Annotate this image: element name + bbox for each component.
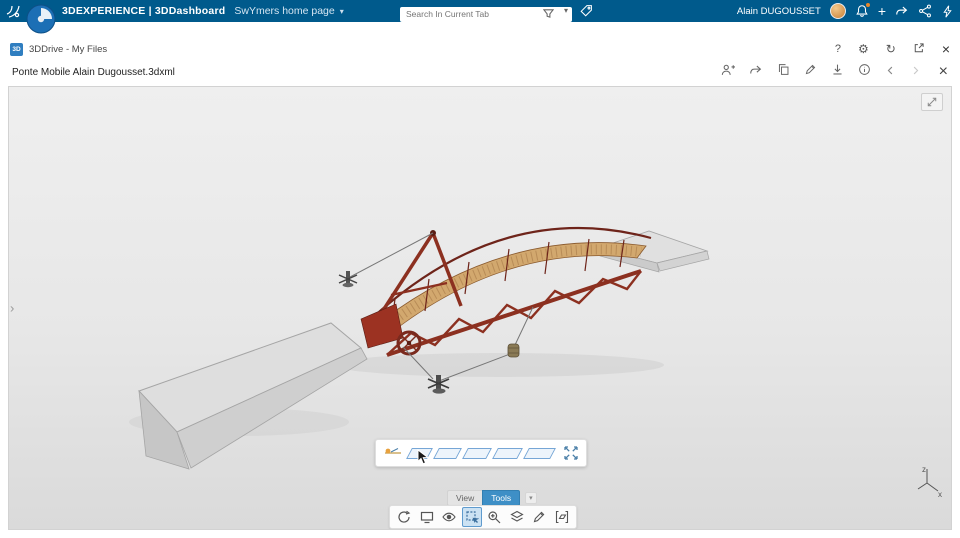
- user-avatar[interactable]: [829, 3, 846, 19]
- user-name[interactable]: Alain DUGOUSSET: [737, 6, 821, 17]
- window-controls: ? ⚙ ↻ ×: [835, 41, 950, 57]
- settings-gear-icon[interactable]: ⚙: [858, 43, 869, 55]
- tools-toolbar: [389, 505, 577, 529]
- expand-arrows-icon[interactable]: [563, 445, 579, 461]
- tab-tools[interactable]: Tools: [482, 490, 521, 506]
- window-app-label: 3DDrive - My Files: [29, 43, 108, 55]
- tag-icon[interactable]: [580, 4, 593, 22]
- 3d-viewer[interactable]: › View Tools ▾ z x: [8, 86, 952, 530]
- search-bar: ▾: [400, 4, 572, 22]
- state-thumbnail-2[interactable]: [433, 447, 462, 459]
- share-arrow-icon[interactable]: [895, 4, 909, 18]
- fullscreen-icon[interactable]: [921, 93, 943, 111]
- document-title: Ponte Mobile Alain Dugousset.3dxml: [12, 66, 175, 78]
- refresh-icon[interactable]: ↻: [886, 43, 896, 55]
- winch-barrel: [507, 343, 520, 358]
- close-window-icon[interactable]: ×: [942, 41, 950, 57]
- capstan-1: [338, 271, 358, 288]
- screen: 3DEXPERIENCE | 3DDashboard SwYmers home …: [0, 0, 960, 538]
- prev-chevron-icon[interactable]: [885, 63, 896, 81]
- document-bar: Ponte Mobile Alain Dugousset.3dxml ×: [12, 62, 948, 82]
- brand-title: 3DEXPERIENCE | 3DDashboard: [62, 5, 226, 17]
- close-document-icon[interactable]: ×: [939, 64, 948, 80]
- 3ddrive-app-icon[interactable]: 3D: [10, 42, 23, 56]
- forward-share-icon[interactable]: [749, 63, 763, 82]
- add-user-icon[interactable]: [721, 63, 735, 82]
- open-external-icon[interactable]: [913, 42, 925, 56]
- chevron-down-icon[interactable]: ▾: [340, 7, 344, 16]
- topbar-left: 3DEXPERIENCE | 3DDashboard SwYmers home …: [0, 3, 344, 34]
- 3ds-brand-icon: [4, 3, 22, 19]
- notification-badge: [864, 2, 871, 8]
- state-start-thumbnail[interactable]: [383, 444, 403, 463]
- download-icon[interactable]: [831, 63, 844, 81]
- panel-expand-chevron-icon[interactable]: ›: [10, 301, 14, 316]
- window-bar: 3D 3DDrive - My Files ? ⚙ ↻ ×: [10, 38, 950, 60]
- tabs-menu-chevron-icon[interactable]: ▾: [525, 492, 537, 504]
- search-dropdown-icon[interactable]: ▾: [564, 6, 568, 15]
- animation-states-panel: [375, 439, 587, 467]
- axis-z-label: z: [922, 465, 926, 474]
- section-box-icon[interactable]: [552, 507, 572, 527]
- state-thumbnail-3[interactable]: [462, 447, 492, 459]
- edit-pencil-icon[interactable]: [804, 63, 817, 81]
- info-icon[interactable]: [858, 63, 871, 81]
- share-network-icon[interactable]: [918, 4, 932, 18]
- layers-icon[interactable]: [507, 507, 527, 527]
- copy-icon[interactable]: [777, 63, 790, 81]
- fit-screen-icon[interactable]: [417, 507, 437, 527]
- dashboard-page-title[interactable]: SwYmers home page: [234, 5, 334, 17]
- topbar-right: Alain DUGOUSSET +: [737, 0, 954, 22]
- compass-logo[interactable]: [26, 4, 56, 34]
- help-icon[interactable]: ?: [835, 43, 841, 55]
- filter-funnel-icon[interactable]: [542, 6, 555, 24]
- tab-view[interactable]: View: [447, 490, 483, 506]
- state-thumbnail-5[interactable]: [523, 447, 556, 459]
- notifications-bell-icon[interactable]: [855, 2, 871, 18]
- zoom-magnifier-icon[interactable]: [484, 507, 504, 527]
- document-actions: ×: [721, 63, 948, 82]
- axis-triad: z x: [913, 464, 943, 503]
- turntable-rotate-icon[interactable]: [394, 507, 414, 527]
- measure-pen-icon[interactable]: [529, 507, 549, 527]
- select-box-icon[interactable]: [461, 507, 482, 527]
- topbar: 3DEXPERIENCE | 3DDashboard SwYmers home …: [0, 0, 960, 34]
- swym-lightning-icon[interactable]: [941, 5, 954, 18]
- state-thumbnail-4[interactable]: [492, 447, 523, 459]
- visibility-eye-icon[interactable]: [439, 507, 459, 527]
- mouse-cursor: [417, 448, 430, 471]
- viewer-tabs: View Tools ▾: [447, 490, 537, 506]
- capstan-2: [427, 375, 450, 394]
- add-content-icon[interactable]: +: [878, 4, 886, 18]
- next-chevron-icon[interactable]: [910, 63, 921, 81]
- axis-x-label: x: [938, 490, 942, 498]
